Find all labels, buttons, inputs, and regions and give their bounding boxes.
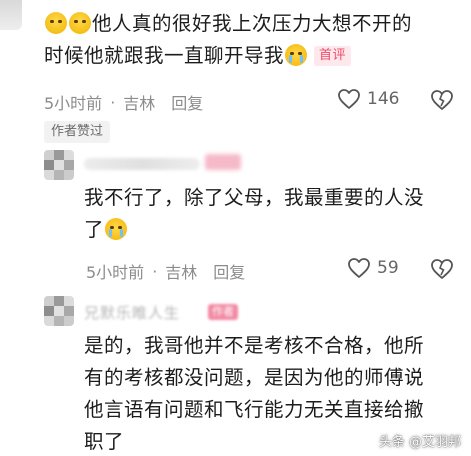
reply-avatar[interactable] [44,150,74,180]
like-count: 59 [377,258,399,278]
avatar[interactable] [0,0,22,30]
separator-dot: · [152,261,158,281]
first-comment-badge: 首评 [314,46,352,66]
crying-emoji-icon [285,44,308,66]
reply-avatar[interactable] [44,296,74,326]
comment-text: 我不行了，除了父母，我最重要的人没 了 [84,182,424,246]
comment-line: 是的，我哥他并不是考核不合格，他所 [84,334,425,357]
timestamp: 5小时前 [86,263,145,282]
location: 吉林 [123,94,156,113]
crying-emoji-icon [105,218,128,240]
like-button[interactable]: 146 [337,88,399,110]
watermark: 头条 @艾羽邦 [378,435,461,450]
comment-text: 他人真的很好我上次压力大想不开的 时候他就跟我一直聊开导我 首评 [44,8,412,72]
comment-line: 有的考核都没问题，是因为他的师傅说 [84,366,425,389]
pleading-emoji-icon [45,12,67,34]
comment-meta: 5小时前 · 吉林 回复 [44,90,203,114]
broken-heart-icon[interactable] [430,89,454,111]
location: 吉林 [165,263,198,282]
author-tag: 作者 [208,304,238,320]
comment-line: 了 [84,218,105,241]
like-count: 146 [367,89,400,109]
heart-outline-icon [338,89,360,109]
reply-button[interactable]: 回复 [171,90,203,114]
pleading-emoji-icon [69,12,91,34]
reply-button[interactable]: 回复 [213,259,245,283]
comment-meta: 5小时前 · 吉林 回复 [86,259,245,283]
comment-line: 时候他就跟我一直聊开导我 [44,44,285,67]
broken-heart-icon[interactable] [430,258,454,280]
separator-dot: · [110,92,116,112]
author-liked-tag: 作者赞过 [44,121,111,143]
comment-line: 他人真的很好我上次压力大想不开的 [92,12,413,35]
blurred-username: 兄默乐睢人生 [84,304,181,322]
blurred-username [84,158,200,170]
heart-outline-icon [348,258,370,278]
comment-line: 职了 [84,430,125,453]
comment-line: 我不行了，除了父母，我最重要的人没 [84,186,425,209]
blurred-tag [205,154,241,170]
comment-text: 是的，我哥他并不是考核不合格，他所 有的考核都没问题，是因为他的师傅说 他言语有… [84,330,424,456]
like-button[interactable]: 59 [347,257,399,279]
comment-line: 他言语有问题和飞行能力无关直接给撤 [84,398,425,421]
timestamp: 5小时前 [44,94,103,113]
